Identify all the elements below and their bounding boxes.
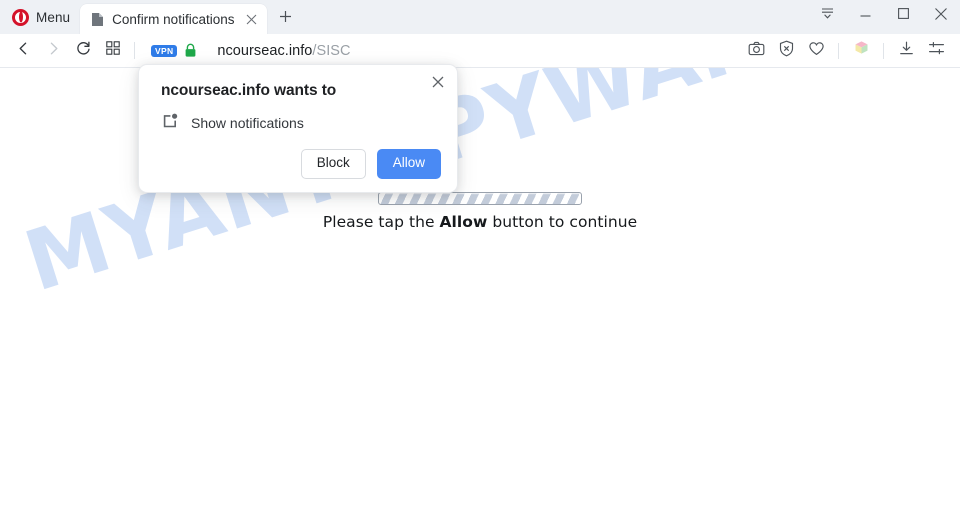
maximize-button[interactable] <box>884 0 922 32</box>
shield-x-icon <box>778 40 795 62</box>
reload-button[interactable] <box>68 36 98 66</box>
download-icon <box>898 40 915 62</box>
new-tab-button[interactable] <box>270 4 300 34</box>
url-domain: ncourseac.info <box>217 42 313 59</box>
window-controls <box>808 0 960 32</box>
chevron-right-icon <box>46 41 61 61</box>
tab-list-button[interactable] <box>808 0 846 32</box>
permission-label: Show notifications <box>191 115 304 131</box>
instruction-suffix: button to continue <box>487 213 638 231</box>
maximize-icon <box>897 7 910 25</box>
favorite-button[interactable] <box>803 38 829 64</box>
back-button[interactable] <box>8 36 38 66</box>
opera-logo-icon <box>12 8 29 26</box>
chevron-left-icon <box>16 41 31 61</box>
cube-icon <box>852 39 871 63</box>
block-button[interactable]: Block <box>300 149 366 179</box>
browser-toolbar-right <box>741 38 960 64</box>
browser-window: Menu Confirm notifications VPN ncourseac… <box>0 0 960 531</box>
close-icon <box>934 7 948 26</box>
navigation-bar: VPN ncourseac.info/SISC <box>0 34 960 68</box>
url-text: ncourseac.info/SISC <box>217 43 350 59</box>
instruction-text: Please tap the Allow button to continue <box>323 213 637 231</box>
permission-row: Show notifications <box>161 111 441 135</box>
minimize-button[interactable] <box>846 0 884 32</box>
notification-permission-dialog: ncourseac.info wants to Show notificatio… <box>138 64 458 193</box>
loading-block: Please tap the Allow button to continue <box>0 192 960 231</box>
reload-icon <box>75 40 92 62</box>
minimize-icon <box>859 7 872 25</box>
easy-setup-button[interactable] <box>923 38 949 64</box>
url-path: /SISC <box>312 42 351 59</box>
snapshot-button[interactable] <box>743 38 769 64</box>
downloads-button[interactable] <box>893 38 919 64</box>
toolbar-divider <box>134 42 135 59</box>
dialog-close-button[interactable] <box>428 74 448 94</box>
ad-blocker-button[interactable] <box>773 38 799 64</box>
close-icon <box>432 75 444 93</box>
camera-icon <box>748 40 765 62</box>
forward-button[interactable] <box>38 36 68 66</box>
extension-button[interactable] <box>848 38 874 64</box>
tab-close-icon[interactable] <box>242 10 260 28</box>
menu-label: Menu <box>36 9 71 25</box>
instruction-prefix: Please tap the <box>322 213 440 231</box>
tab-title: Confirm notifications <box>112 11 235 27</box>
striped-progress-bar <box>378 192 582 205</box>
speed-dial-button[interactable] <box>98 36 128 66</box>
dialog-title: ncourseac.info wants to <box>161 82 337 99</box>
page-favicon-icon <box>91 12 104 27</box>
dialog-actions: Block Allow <box>161 149 441 179</box>
vpn-badge[interactable]: VPN <box>151 44 178 57</box>
padlock-icon[interactable] <box>184 43 197 58</box>
address-bar[interactable]: VPN ncourseac.info/SISC <box>143 38 741 64</box>
allow-button[interactable]: Allow <box>376 149 441 179</box>
grid-squares-icon <box>106 41 120 60</box>
sliders-icon <box>928 40 945 62</box>
instruction-bold: Allow <box>439 213 488 231</box>
heart-icon <box>808 40 825 62</box>
tab-confirm-notifications[interactable]: Confirm notifications <box>80 4 268 34</box>
toolbar-divider <box>838 42 839 59</box>
toolbar-divider <box>883 42 884 59</box>
tab-strip: Menu Confirm notifications <box>0 0 960 35</box>
plus-icon <box>279 10 292 28</box>
notification-bell-icon <box>161 111 180 135</box>
chevron-down-lines-icon <box>820 7 835 25</box>
close-window-button[interactable] <box>922 0 960 32</box>
opera-menu-button[interactable]: Menu <box>0 0 80 34</box>
